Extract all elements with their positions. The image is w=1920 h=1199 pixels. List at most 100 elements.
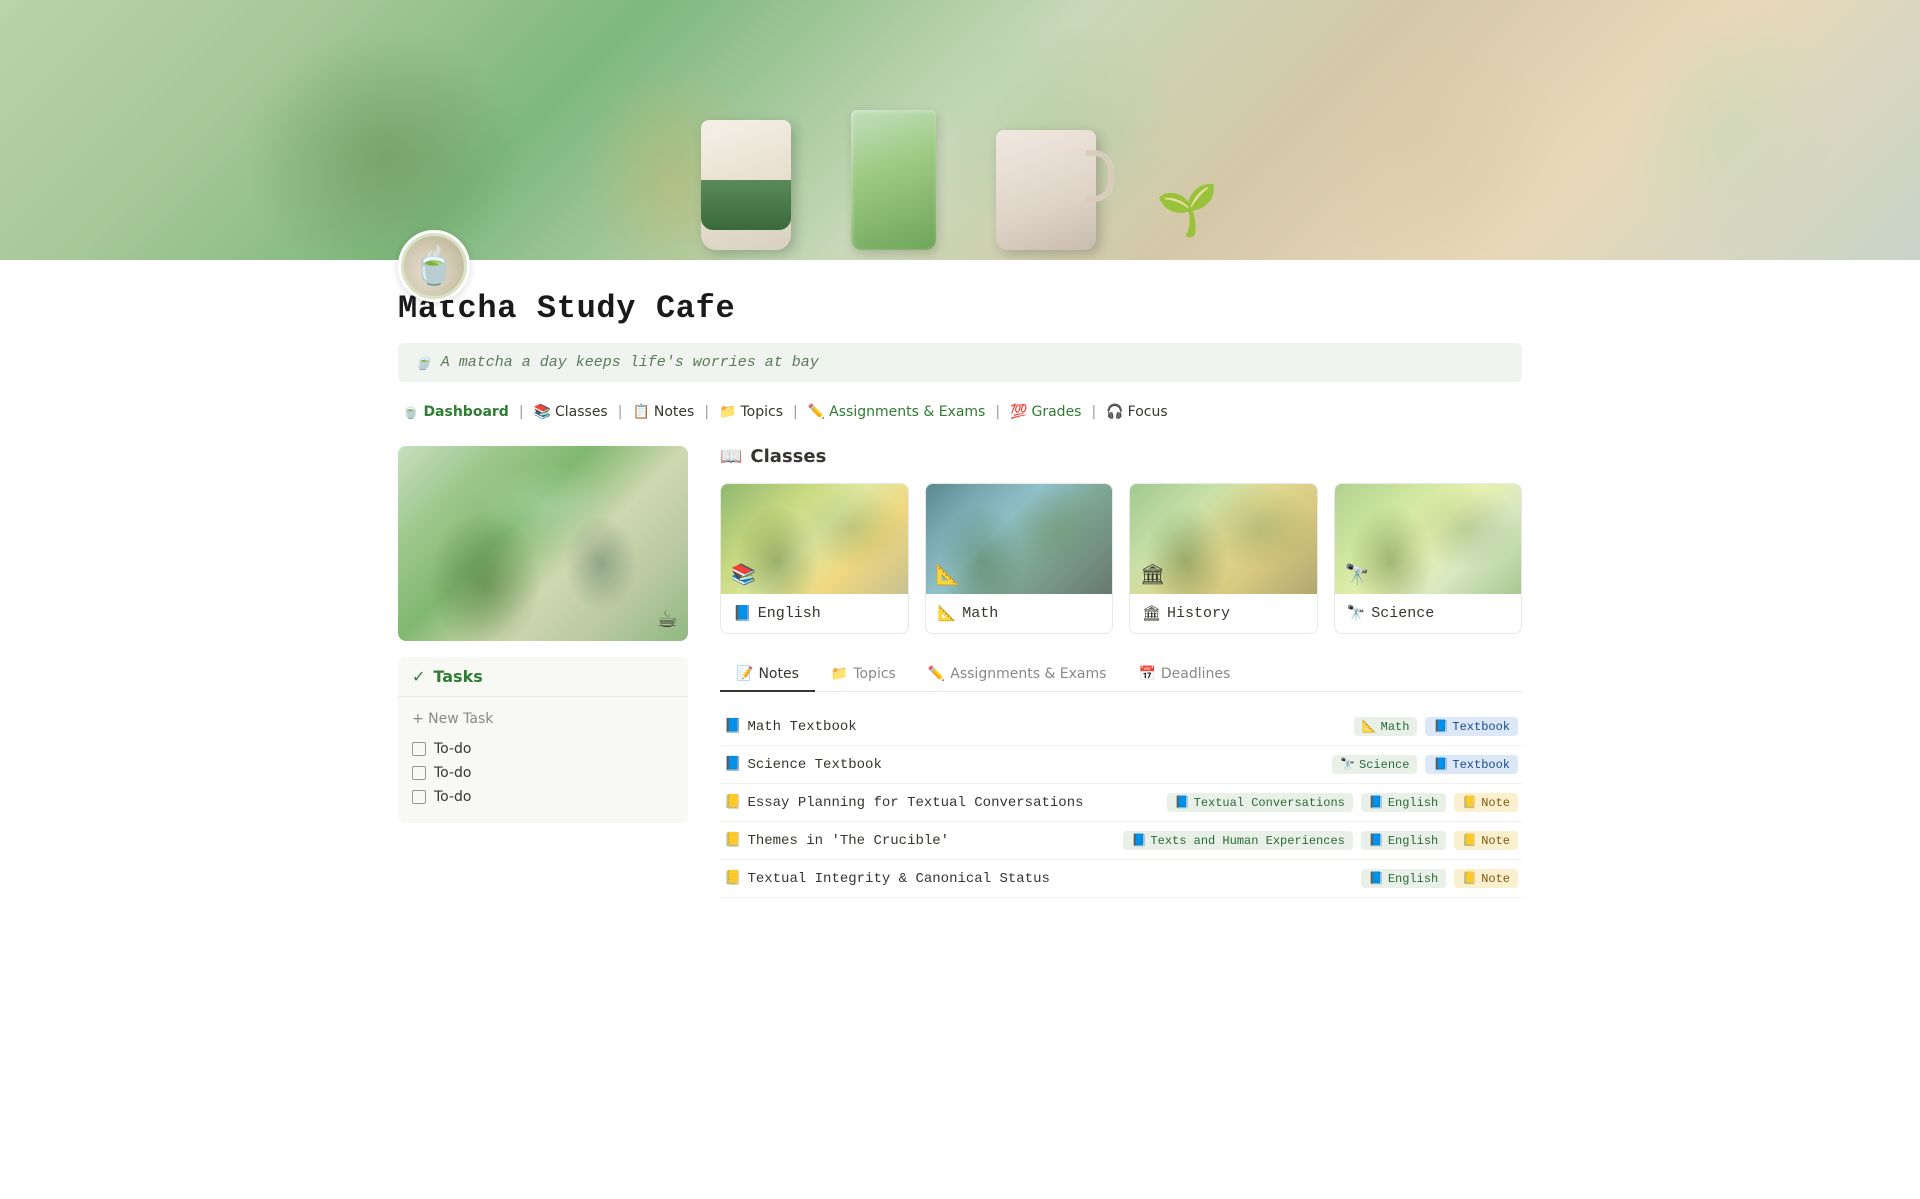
- note-title-science-textbook: 📘 Science Textbook: [724, 756, 1332, 773]
- class-thumb-history: 🏛: [1130, 484, 1317, 594]
- tab-deadlines[interactable]: 📅 Deadlines: [1122, 658, 1246, 692]
- note-topic-tag-4: 📘 Texts and Human Experiences: [1123, 831, 1352, 850]
- note-emoji-4: 📒: [724, 832, 741, 849]
- note-tag-emoji-5: 📒: [1462, 871, 1477, 886]
- tab-assignments-label: Assignments & Exams: [950, 666, 1106, 682]
- note-tags-2: 🔭 Science 📘 Textbook: [1332, 755, 1518, 774]
- note-subject-tag-1: 📐 Math: [1354, 717, 1418, 736]
- study-image: ☕: [398, 446, 688, 641]
- nav-assignments[interactable]: ✏️ Assignments & Exams: [804, 402, 990, 422]
- class-thumb-science: 🔭: [1335, 484, 1522, 594]
- avatar: 🍵: [398, 230, 470, 302]
- science-thumb-icon: 🔭: [1345, 562, 1370, 586]
- note-row-math-textbook[interactable]: 📘 Math Textbook 📐 Math 📘 Textbook: [720, 708, 1522, 746]
- integrity-subject-emoji: 📘: [1369, 871, 1384, 886]
- tasks-body: + New Task To-do To-do To-do: [398, 697, 688, 823]
- textbook-tag-emoji-2: 📘: [1433, 757, 1448, 772]
- note-title-textual-integrity: 📒 Textual Integrity & Canonical Status: [724, 870, 1361, 887]
- two-col-layout: ☕ ✓ Tasks + New Task To-do To-do: [398, 446, 1522, 898]
- task-checkbox-1[interactable]: [412, 742, 426, 756]
- math-thumb-icon: 📐: [936, 562, 961, 586]
- task-checkbox-3[interactable]: [412, 790, 426, 804]
- classes-section-title: Classes: [750, 446, 826, 467]
- tab-assignments[interactable]: ✏️ Assignments & Exams: [912, 658, 1123, 692]
- avatar-inner: 🍵: [404, 236, 464, 296]
- nav-sep-5: |: [995, 404, 1000, 420]
- class-label-english: 📘 English: [721, 594, 908, 633]
- nav-notes[interactable]: 📋 Notes: [628, 402, 698, 422]
- task-item-1: To-do: [412, 741, 674, 757]
- nav-classes[interactable]: 📚 Classes: [530, 402, 612, 422]
- note-tags-4: 📘 Texts and Human Experiences 📘 English …: [1123, 831, 1518, 850]
- note-row-science-textbook[interactable]: 📘 Science Textbook 🔭 Science 📘 Textbook: [720, 746, 1522, 784]
- note-topic-tag-3: 📘 Textual Conversations: [1167, 793, 1353, 812]
- grades-emoji: 💯: [1010, 404, 1027, 420]
- nav-notes-label: Notes: [654, 404, 694, 420]
- tasks-header: ✓ Tasks: [398, 657, 688, 697]
- textbook-tag-emoji-1: 📘: [1433, 719, 1448, 734]
- essay-topic-emoji: 📘: [1175, 795, 1190, 810]
- class-card-history[interactable]: 🏛 🏛 History: [1129, 483, 1318, 634]
- nav-bar: 🍵 Dashboard | 📚 Classes | 📋 Notes | 📁 To…: [398, 402, 1522, 422]
- note-emoji-2: 📘: [724, 756, 741, 773]
- note-tags-3: 📘 Textual Conversations 📘 English 📒 Note: [1167, 793, 1518, 812]
- tab-topics[interactable]: 📁 Topics: [815, 658, 912, 692]
- note-tag-emoji-3: 📒: [1462, 795, 1477, 810]
- nav-topics[interactable]: 📁 Topics: [715, 402, 787, 422]
- avatar-area: 🍵: [398, 260, 1522, 270]
- class-card-english[interactable]: 📚 📘 English: [720, 483, 909, 634]
- note-row-crucible[interactable]: 📒 Themes in 'The Crucible' 📘 Texts and H…: [720, 822, 1522, 860]
- classes-emoji: 📚: [534, 404, 551, 420]
- task-checkbox-2[interactable]: [412, 766, 426, 780]
- right-column: 📖 Classes 📚 📘 English 📐: [720, 446, 1522, 898]
- page-title: Matcha Study Cafe: [398, 290, 1522, 327]
- note-subject-tag-4: 📘 English: [1361, 831, 1446, 850]
- history-emoji: 🏛: [1142, 604, 1161, 623]
- nav-sep-2: |: [618, 404, 623, 420]
- nav-dashboard[interactable]: 🍵 Dashboard: [398, 402, 513, 422]
- focus-emoji: 🎧: [1106, 404, 1123, 420]
- cup-glass: [851, 110, 936, 250]
- tab-notes[interactable]: 📝 Notes: [720, 658, 815, 692]
- note-type-tag-2: 📘 Textbook: [1425, 755, 1518, 774]
- task-item-2: To-do: [412, 765, 674, 781]
- nav-focus[interactable]: 🎧 Focus: [1102, 402, 1171, 422]
- note-emoji-3: 📒: [724, 794, 741, 811]
- class-card-math[interactable]: 📐 📐 Math: [925, 483, 1114, 634]
- classes-section-header: 📖 Classes: [720, 446, 1522, 467]
- math-name: Math: [962, 605, 998, 622]
- tab-deadlines-emoji: 📅: [1138, 666, 1155, 682]
- checkmark-icon: ✓: [412, 667, 425, 686]
- tasks-title: Tasks: [433, 667, 482, 686]
- class-label-history: 🏛 History: [1130, 594, 1317, 633]
- plant-decoration: 🌱: [1156, 181, 1218, 250]
- crucible-subject-emoji: 📘: [1369, 833, 1384, 848]
- history-thumb-icon: 🏛: [1140, 562, 1165, 586]
- new-task-button[interactable]: + New Task: [412, 707, 674, 731]
- class-thumb-english: 📚: [721, 484, 908, 594]
- tab-topics-emoji: 📁: [831, 666, 848, 682]
- class-label-math: 📐 Math: [926, 594, 1113, 633]
- new-task-label: + New Task: [412, 711, 493, 727]
- note-subject-tag-5: 📘 English: [1361, 869, 1446, 888]
- notes-emoji: 📋: [632, 404, 649, 420]
- note-row-textual-integrity[interactable]: 📒 Textual Integrity & Canonical Status 📘…: [720, 860, 1522, 898]
- note-tags-1: 📐 Math 📘 Textbook: [1354, 717, 1518, 736]
- nav-focus-label: Focus: [1128, 404, 1168, 420]
- note-row-essay-planning[interactable]: 📒 Essay Planning for Textual Conversatio…: [720, 784, 1522, 822]
- task-label-1: To-do: [434, 741, 472, 757]
- class-thumb-math: 📐: [926, 484, 1113, 594]
- nav-sep-1: |: [519, 404, 524, 420]
- math-tag-emoji: 📐: [1362, 719, 1377, 734]
- class-card-science[interactable]: 🔭 🔭 Science: [1334, 483, 1523, 634]
- avatar-emoji: 🍵: [412, 245, 457, 287]
- note-emoji-5: 📒: [724, 870, 741, 887]
- note-title-essay-planning: 📒 Essay Planning for Textual Conversatio…: [724, 794, 1167, 811]
- tab-notes-emoji: 📝: [736, 666, 753, 682]
- nav-sep-6: |: [1091, 404, 1096, 420]
- note-emoji-1: 📘: [724, 718, 741, 735]
- nav-grades[interactable]: 💯 Grades: [1006, 402, 1085, 422]
- science-emoji: 🔭: [1347, 604, 1366, 623]
- tab-topics-label: Topics: [853, 666, 896, 682]
- crucible-topic-emoji: 📘: [1131, 833, 1146, 848]
